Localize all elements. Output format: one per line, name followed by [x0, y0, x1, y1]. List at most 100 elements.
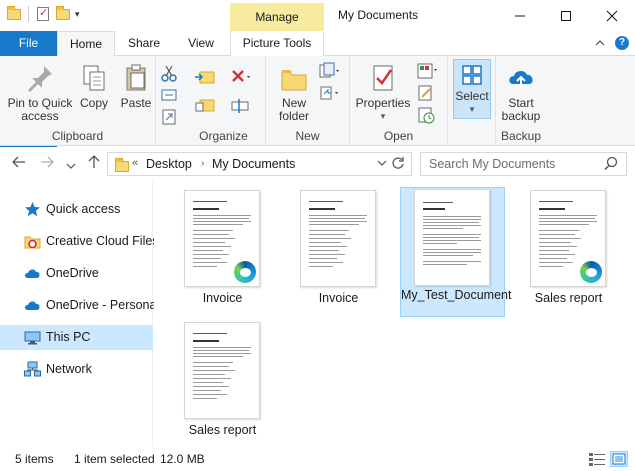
nav-item-creative-cloud-files[interactable]: Creative Cloud Files [0, 229, 159, 254]
start-backup-button[interactable]: Start backup [498, 62, 544, 123]
large-icons-view-icon[interactable] [610, 451, 628, 467]
chevron-up-icon[interactable] [595, 36, 605, 51]
easy-access-icon[interactable] [318, 84, 338, 102]
nav-item-label: OneDrive [46, 266, 99, 280]
computer-icon [24, 329, 41, 346]
new-folder-qat-icon[interactable] [55, 6, 71, 22]
pin-label: Pin to Quick access [7, 96, 73, 123]
clipboard-group-label: Clipboard [51, 129, 104, 143]
nav-item-network[interactable]: Network [0, 357, 153, 382]
nav-item-quick-access[interactable]: Quick access [0, 197, 153, 222]
new-item-icon[interactable] [318, 62, 339, 80]
paste-button[interactable]: Paste [118, 62, 154, 110]
nav-item-label: This PC [46, 330, 91, 344]
edge-browser-icon [578, 259, 604, 285]
address-dropdown-icon[interactable] [377, 158, 387, 170]
select-button[interactable]: Select ▾ [453, 59, 491, 119]
search-input[interactable]: Search My Documents [429, 157, 555, 171]
nav-item-onedrive[interactable]: OneDrive [0, 261, 153, 286]
cloud-icon [24, 265, 41, 282]
nav-item-onedrive-personal[interactable]: OneDrive - Personal [0, 293, 159, 318]
tab-picture-tools[interactable]: Picture Tools [230, 31, 324, 56]
properties-button[interactable]: Properties ▾ [354, 62, 412, 123]
properties-icon [367, 62, 399, 94]
file-item[interactable]: Invoice [170, 188, 275, 318]
recent-locations-chevron-icon[interactable] [66, 158, 76, 175]
customize-toolbar-dropdown[interactable]: ▾ [75, 9, 80, 20]
file-name: Sales report [188, 423, 257, 437]
edit-icon[interactable] [416, 84, 434, 102]
window-title: My Documents [338, 8, 419, 22]
forward-arrow-icon[interactable] [40, 155, 54, 173]
details-view-icon[interactable] [588, 451, 606, 467]
new-folder-label: New folder [278, 96, 310, 123]
star-icon [24, 201, 41, 218]
tab-share[interactable]: Share [119, 31, 169, 56]
tab-view[interactable]: View [177, 31, 225, 56]
back-arrow-icon[interactable] [12, 155, 26, 173]
address-bar[interactable]: « Desktop › My Documents [107, 152, 412, 176]
search-box[interactable]: Search My Documents [420, 152, 627, 176]
open-icon[interactable] [416, 62, 437, 80]
nav-item-label: Network [46, 362, 92, 376]
open-group: Properties ▾ Open [350, 56, 448, 146]
file-item[interactable]: Invoice [286, 188, 391, 318]
maximize-button[interactable] [543, 0, 589, 31]
minimize-button[interactable] [497, 0, 543, 31]
file-name: Invoice [202, 291, 243, 305]
file-list: Invoice Invoice My_Test_Document Sales r… [154, 181, 635, 447]
paste-label: Paste [120, 96, 152, 110]
cloud-icon [24, 297, 41, 314]
file-name: My_Test_Document [401, 288, 512, 302]
copy-to-icon[interactable] [194, 96, 215, 114]
nav-item-label: Quick access [46, 202, 121, 216]
file-name: Invoice [318, 291, 359, 305]
item-count: 5 items [15, 452, 54, 466]
network-icon [24, 361, 41, 378]
select-group: Select ▾ [448, 56, 496, 146]
history-icon[interactable] [416, 106, 435, 124]
copy-path-icon[interactable] [160, 86, 178, 104]
breadcrumb-separator-icon[interactable]: › [201, 158, 204, 169]
pin-icon [24, 62, 56, 94]
properties-label: Properties [355, 96, 411, 110]
nav-item-this-pc[interactable]: This PC [0, 325, 153, 350]
delete-icon[interactable] [230, 68, 250, 86]
backup-group-label: Backup [500, 129, 542, 143]
navigation-pane: Quick access Creative Cloud Files OneDri… [0, 181, 159, 447]
organize-group: Organize [182, 56, 266, 146]
search-icon [604, 156, 618, 173]
backup-group: Start backup Backup [496, 56, 546, 146]
refresh-icon[interactable] [391, 156, 405, 173]
help-icon[interactable]: ? [615, 36, 629, 50]
new-folder-icon [278, 62, 310, 94]
breadcrumb-my-documents[interactable]: My Documents [212, 157, 295, 171]
properties-icon[interactable] [35, 6, 51, 22]
new-group-label: New [295, 129, 320, 143]
nav-item-label: OneDrive - Personal [46, 298, 160, 312]
breadcrumb-desktop[interactable]: Desktop [146, 157, 192, 171]
organize-group-label: Organize [199, 129, 248, 143]
ribbon-right-controls: ? [595, 36, 629, 51]
select-label: Select [455, 89, 489, 103]
close-button[interactable] [589, 0, 635, 31]
up-arrow-icon[interactable] [87, 155, 101, 173]
nav-item-label: Creative Cloud Files [46, 234, 159, 248]
paste-shortcut-icon[interactable] [160, 108, 178, 126]
quick-access-toolbar: ▾ [6, 6, 80, 22]
manage-contextual-tab[interactable]: Manage [230, 3, 324, 31]
copy-button[interactable]: Copy [76, 62, 112, 110]
address-row: « Desktop › My Documents Search My Docum… [0, 147, 635, 181]
new-folder-button[interactable]: New folder [270, 62, 318, 123]
rename-icon[interactable] [230, 96, 249, 114]
file-item[interactable]: Sales report [170, 320, 275, 450]
cloud-upload-icon [505, 62, 537, 94]
open-group-label: Open [383, 129, 414, 143]
copy-icon [78, 62, 110, 94]
file-item[interactable]: Sales report [516, 188, 621, 318]
tab-home[interactable]: Home [57, 31, 115, 57]
pin-to-quick-access-button[interactable]: Pin to Quick access [6, 62, 74, 123]
file-item-selected[interactable]: My_Test_Document [400, 187, 512, 317]
cut-icon[interactable] [160, 64, 178, 82]
move-to-icon[interactable] [194, 68, 215, 86]
